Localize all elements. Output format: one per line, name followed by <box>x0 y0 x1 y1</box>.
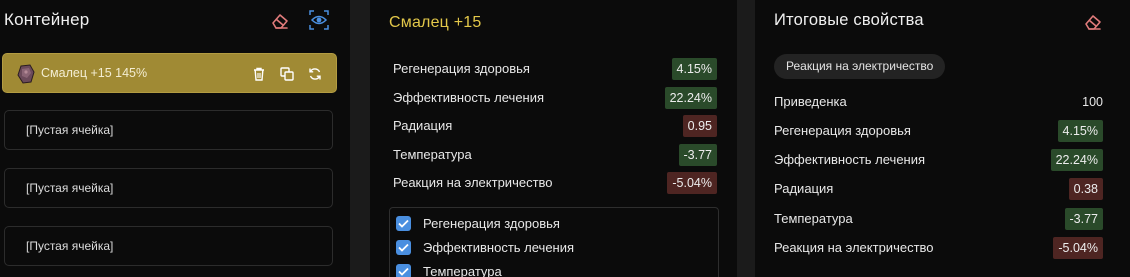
total-stat-row: Приведенка 100 <box>774 91 1103 113</box>
total-properties-panel: Итоговые свойства Реакция на электричест… <box>755 0 1130 277</box>
stat-row: Эффективность лечения 22.24% <box>393 87 717 109</box>
slot-empty-label: [Пустая ячейка] <box>26 181 114 195</box>
filter-item[interactable]: Температура <box>396 262 696 277</box>
stat-value: -3.77 <box>1064 208 1103 230</box>
container-slot-empty[interactable]: [Пустая ячейка] <box>4 168 333 208</box>
slot-item-label: Смалец +15 145% <box>41 66 148 80</box>
total-stat-row: Регенерация здоровья 4.15% <box>774 120 1103 142</box>
item-details-panel: Смалец +15 Регенерация здоровья 4.15% Эф… <box>370 0 737 277</box>
stat-value: -3.77 <box>678 144 717 166</box>
stat-row: Регенерация здоровья 4.15% <box>393 58 717 80</box>
container-slot-filled[interactable]: Смалец +15 145% <box>2 53 337 93</box>
stat-value: 4.15% <box>1057 120 1103 142</box>
filter-item[interactable]: Регенерация здоровья <box>396 214 696 234</box>
container-panel: Контейнер Смалец +15 145% [Пустая ячейка… <box>0 0 350 277</box>
stat-row: Реакция на электричество -5.04% <box>393 172 717 194</box>
refresh-icon[interactable] <box>304 64 326 84</box>
total-stat-row: Температура -3.77 <box>774 208 1103 230</box>
stat-filter-list: Регенерация здоровья Эффективность лечен… <box>389 207 719 277</box>
stat-value: 100 <box>1082 95 1103 109</box>
item-title: Смалец +15 <box>389 14 482 31</box>
eraser-icon[interactable] <box>1081 10 1105 34</box>
filter-label: Эффективность лечения <box>423 240 575 255</box>
check-icon <box>398 219 409 228</box>
total-properties-title: Итоговые свойства <box>774 11 924 29</box>
stat-value: 22.24% <box>664 87 717 109</box>
stat-value: -5.04% <box>667 172 717 194</box>
container-title: Контейнер <box>4 10 90 29</box>
stat-value: 4.15% <box>671 58 717 80</box>
trash-icon[interactable] <box>248 64 270 84</box>
stat-row: Температура -3.77 <box>393 144 717 166</box>
total-stat-row: Реакция на электричество -5.04% <box>774 237 1103 259</box>
checkbox[interactable] <box>396 216 411 231</box>
stat-name: Регенерация здоровья <box>774 123 911 138</box>
copy-icon[interactable] <box>276 64 298 84</box>
checkbox[interactable] <box>396 264 411 277</box>
check-icon <box>398 243 409 252</box>
total-stat-row: Радиация 0.38 <box>774 178 1103 200</box>
stat-name: Радиация <box>393 118 453 133</box>
stat-name: Температура <box>774 211 853 226</box>
filter-label: Температура <box>423 264 502 277</box>
filter-item[interactable]: Эффективность лечения <box>396 238 696 258</box>
total-stat-row: Эффективность лечения 22.24% <box>774 149 1103 171</box>
checkbox[interactable] <box>396 240 411 255</box>
eraser-icon[interactable] <box>268 9 292 33</box>
container-slot-empty[interactable]: [Пустая ячейка] <box>4 110 333 150</box>
stat-name: Приведенка <box>774 94 847 109</box>
property-chip[interactable]: Реакция на электричество <box>774 54 946 79</box>
eye-icon[interactable] <box>307 8 331 32</box>
container-slot-empty[interactable]: [Пустая ячейка] <box>4 226 333 266</box>
check-icon <box>398 267 409 276</box>
slot-empty-label: [Пустая ячейка] <box>26 239 114 253</box>
stat-name: Реакция на электричество <box>774 240 934 255</box>
item-icon <box>17 64 35 84</box>
stat-name: Эффективность лечения <box>774 152 926 167</box>
stat-name: Эффективность лечения <box>393 90 545 105</box>
filter-label: Регенерация здоровья <box>423 216 560 231</box>
stat-value: 22.24% <box>1050 149 1103 171</box>
stat-name: Радиация <box>774 181 834 196</box>
stat-name: Температура <box>393 147 472 162</box>
stat-value: -5.04% <box>1053 237 1103 259</box>
stat-name: Реакция на электричество <box>393 175 553 190</box>
stat-row: Радиация 0.95 <box>393 115 717 137</box>
stat-name: Регенерация здоровья <box>393 61 530 76</box>
slot-empty-label: [Пустая ячейка] <box>26 123 114 137</box>
stat-value: 0.95 <box>682 115 717 137</box>
stat-value: 0.38 <box>1068 178 1103 200</box>
